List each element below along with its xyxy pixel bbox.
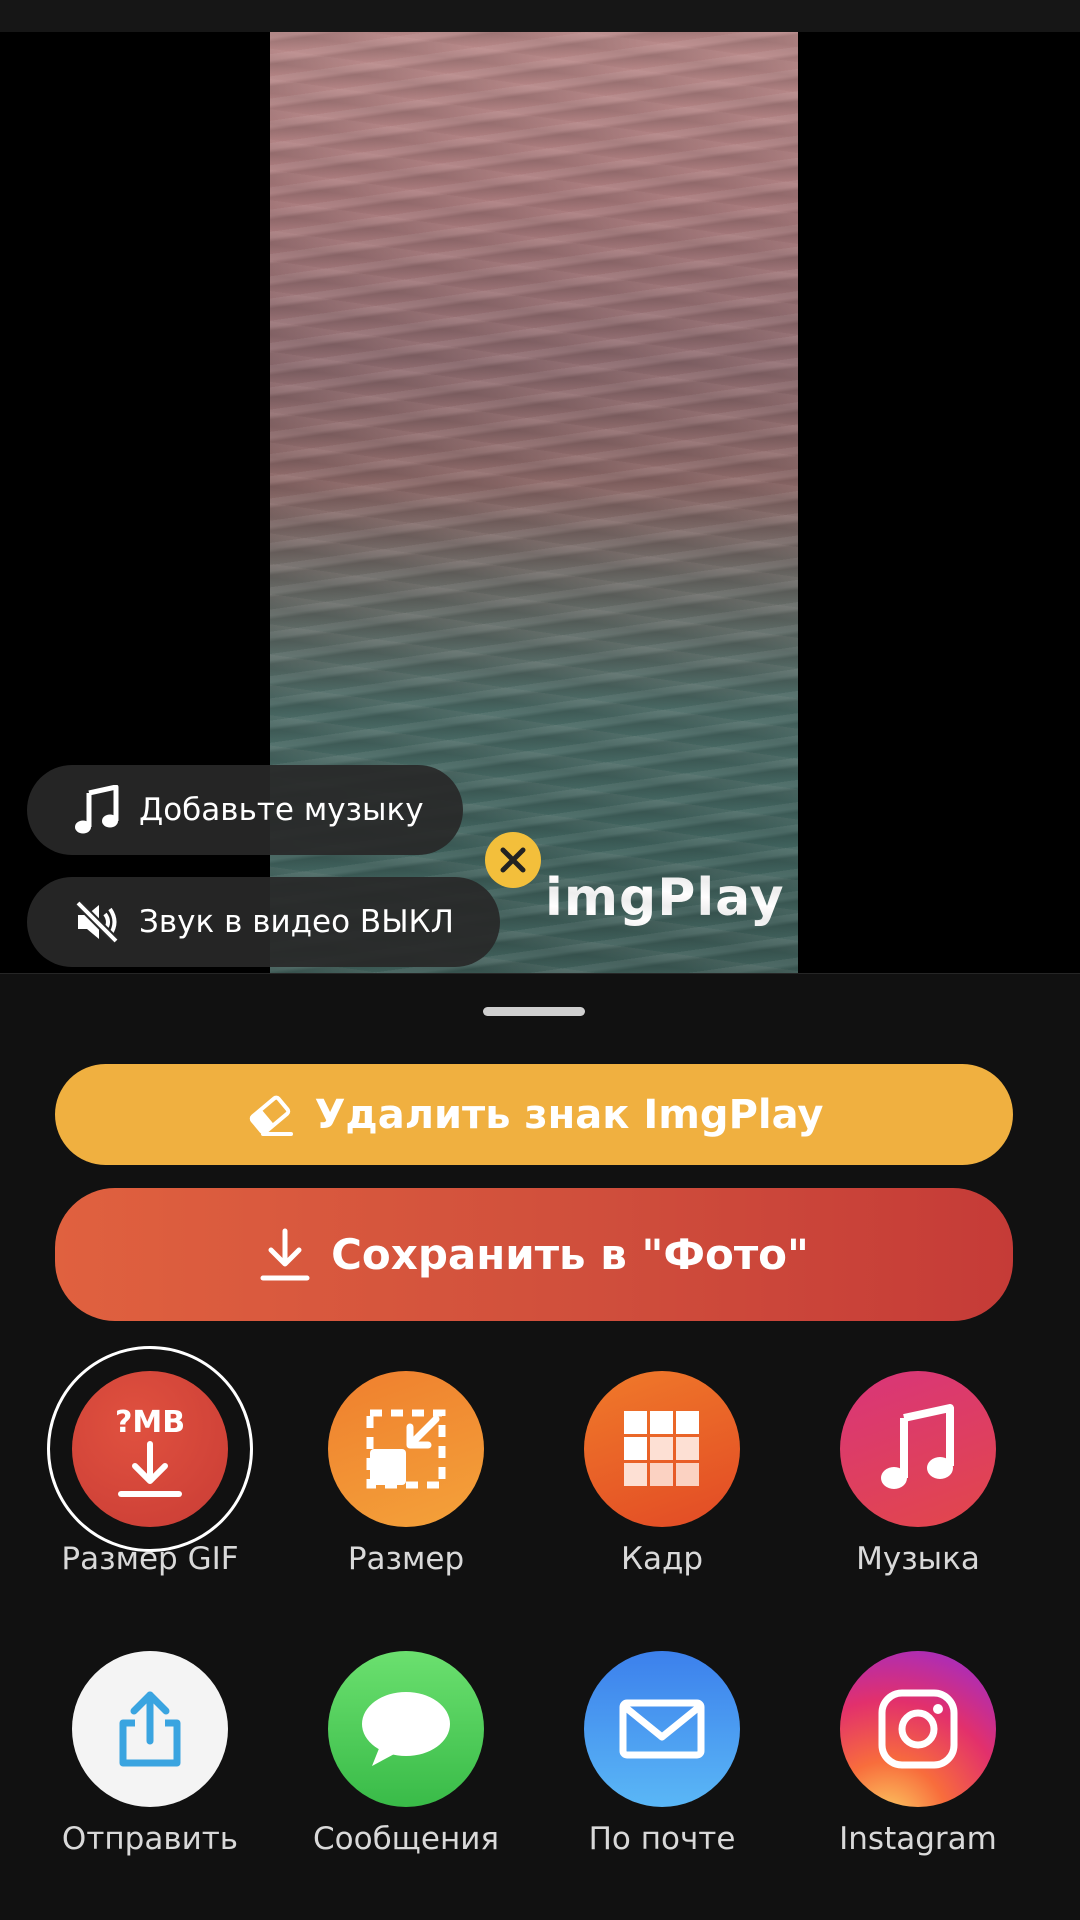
tool-music[interactable]: Музыка <box>790 1371 1046 1577</box>
eraser-icon <box>245 1093 295 1137</box>
remove-watermark-label: Удалить знак ImgPlay <box>314 1091 824 1138</box>
share-mail[interactable]: По почте <box>534 1651 790 1857</box>
instagram-icon <box>840 1651 996 1807</box>
tool-label: Размер <box>347 1541 465 1577</box>
remove-watermark-close-icon[interactable] <box>485 832 541 888</box>
save-to-photos-label: Сохранить в "Фото" <box>331 1230 809 1279</box>
speaker-muted-icon <box>67 899 127 945</box>
watermark-logo: imgPlay <box>545 868 785 928</box>
share-icon <box>72 1651 228 1807</box>
tool-gif-size[interactable]: ?MB Размер GIF <box>22 1371 278 1577</box>
download-icon <box>259 1227 311 1283</box>
messages-icon <box>328 1651 484 1807</box>
share-label: Отправить <box>61 1821 239 1857</box>
save-to-photos-button[interactable]: Сохранить в "Фото" <box>55 1188 1013 1321</box>
sheet-grabber[interactable] <box>483 1007 585 1016</box>
video-sound-pill[interactable]: Звук в видео ВЫКЛ <box>27 877 500 967</box>
share-send[interactable]: Отправить <box>22 1651 278 1857</box>
tool-frame[interactable]: Кадр <box>534 1371 790 1577</box>
music-note-icon <box>67 785 127 835</box>
tool-resize[interactable]: Размер <box>278 1371 534 1577</box>
imgplay-export-screen: imgPlay Добавьте музыку Звук в видео ВЫК… <box>0 0 1080 1920</box>
video-sound-label: Звук в видео ВЫКЛ <box>139 904 454 940</box>
share-instagram[interactable]: Instagram <box>790 1651 1046 1857</box>
top-bar <box>0 0 1080 32</box>
share-label: Сообщения <box>312 1821 500 1857</box>
add-music-pill[interactable]: Добавьте музыку <box>27 765 463 855</box>
remove-watermark-button[interactable]: Удалить знак ImgPlay <box>55 1064 1013 1165</box>
gif-size-download-icon: ?MB <box>72 1371 228 1527</box>
music-note-icon <box>840 1371 996 1527</box>
tool-label: Музыка <box>856 1541 980 1577</box>
gif-size-badge: ?MB <box>115 1405 185 1440</box>
add-music-label: Добавьте музыку <box>139 792 424 828</box>
tool-label: Размер GIF <box>61 1541 239 1577</box>
share-label: По почте <box>588 1821 736 1857</box>
resize-icon <box>328 1371 484 1527</box>
preview-area: imgPlay Добавьте музыку Звук в видео ВЫК… <box>0 32 1080 973</box>
share-messages[interactable]: Сообщения <box>278 1651 534 1857</box>
tool-label: Кадр <box>620 1541 704 1577</box>
mail-icon <box>584 1651 740 1807</box>
frame-grid-icon <box>584 1371 740 1527</box>
share-label: Instagram <box>839 1821 997 1857</box>
